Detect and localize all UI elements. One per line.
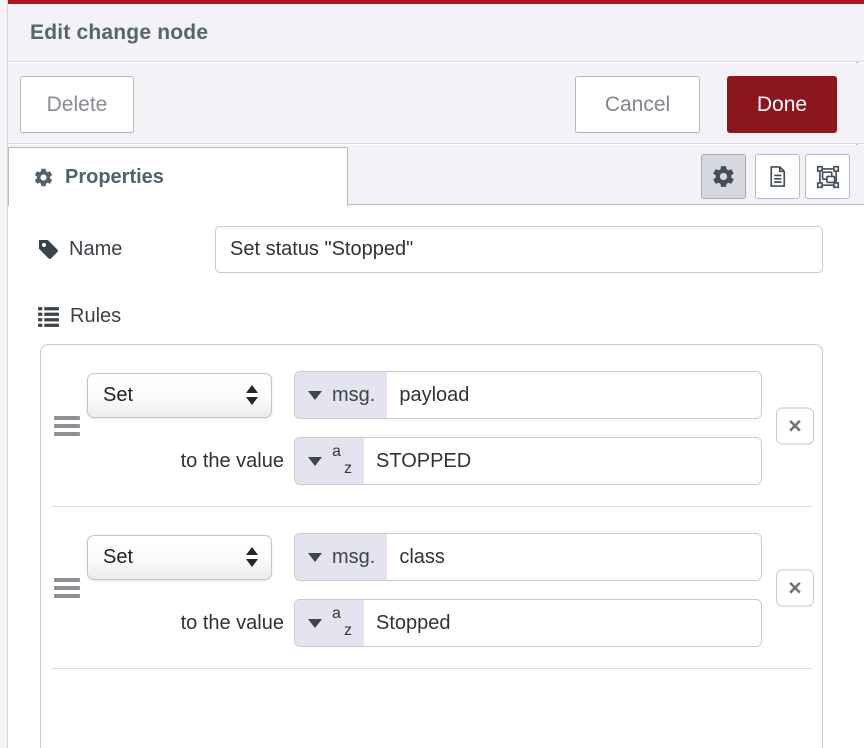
rule-divider [51, 668, 812, 669]
editor-stage: Edit change node Delete Cancel Done Prop… [0, 0, 864, 748]
dialog-button-row: Delete Cancel Done [8, 63, 864, 144]
name-field-label: Name [36, 237, 122, 261]
dialog-header: Edit change node [8, 4, 864, 62]
rules-section-label: Rules [36, 304, 121, 329]
chevron-down-icon [308, 457, 322, 466]
rule-value-typed-input: a z [294, 599, 762, 647]
value-type-dropdown[interactable]: a z [295, 600, 364, 646]
dialog-title: Edit change node [30, 21, 208, 45]
chevron-down-icon [308, 553, 322, 562]
rule-property-typed-input: msg. [294, 533, 762, 581]
drag-handle-icon[interactable] [54, 578, 80, 598]
document-icon [765, 164, 790, 189]
name-input[interactable] [215, 226, 823, 273]
chevron-down-icon [308, 619, 322, 628]
close-icon: × [788, 414, 801, 437]
string-type-icon: a z [332, 606, 352, 640]
rule-row: Set msg. to the value [41, 507, 822, 668]
rule-property-typed-input: msg. [294, 371, 762, 419]
tab-bar: Properties [8, 145, 864, 205]
string-type-icon: a z [332, 444, 352, 478]
value-type-dropdown[interactable]: a z [295, 438, 364, 484]
rule-value-input[interactable] [364, 438, 761, 484]
description-tab-button[interactable] [755, 154, 800, 199]
rule-action-value: Set [103, 384, 133, 407]
chevron-down-icon [308, 391, 322, 400]
rule-action-select[interactable]: Set [87, 373, 272, 418]
name-label-text: Name [69, 238, 122, 261]
rule-property-input[interactable] [387, 372, 761, 418]
property-type-dropdown[interactable]: msg. [295, 534, 387, 580]
tag-icon [36, 237, 60, 261]
drag-handle-icon[interactable] [54, 416, 80, 436]
rule-value-typed-input: a z [294, 437, 762, 485]
to-the-value-label: to the value [87, 450, 294, 473]
property-prefix-label: msg. [332, 546, 375, 569]
rule-action-value: Set [103, 546, 133, 569]
rule-action-select[interactable]: Set [87, 535, 272, 580]
tab-properties-label: Properties [65, 166, 164, 189]
delete-button[interactable]: Delete [20, 76, 134, 133]
tab-properties[interactable]: Properties [8, 147, 348, 206]
property-prefix-label: msg. [332, 384, 375, 407]
remove-rule-button[interactable]: × [776, 407, 814, 444]
property-type-dropdown[interactable]: msg. [295, 372, 387, 418]
edit-change-node-dialog: Edit change node Delete Cancel Done Prop… [8, 0, 864, 748]
dialog-content: Name Rules [8, 205, 864, 748]
rule-value-input[interactable] [364, 600, 761, 646]
rule-property-input[interactable] [387, 534, 761, 580]
close-icon: × [788, 576, 801, 599]
to-the-value-label: to the value [87, 612, 294, 635]
rules-list: Set msg. to the value [40, 344, 823, 748]
workspace-edge [0, 0, 8, 748]
list-icon [36, 304, 61, 329]
gear-icon [33, 167, 54, 188]
rule-row: Set msg. to the value [41, 345, 822, 506]
appearance-tab-button[interactable] [805, 154, 850, 199]
gear-icon [711, 164, 736, 189]
properties-tab-button[interactable] [701, 154, 746, 199]
rules-label-text: Rules [70, 305, 121, 328]
appearance-icon [815, 164, 841, 190]
done-button[interactable]: Done [727, 76, 837, 133]
select-arrows-icon [246, 547, 258, 567]
remove-rule-button[interactable]: × [776, 569, 814, 606]
cancel-button[interactable]: Cancel [575, 76, 700, 133]
select-arrows-icon [246, 385, 258, 405]
